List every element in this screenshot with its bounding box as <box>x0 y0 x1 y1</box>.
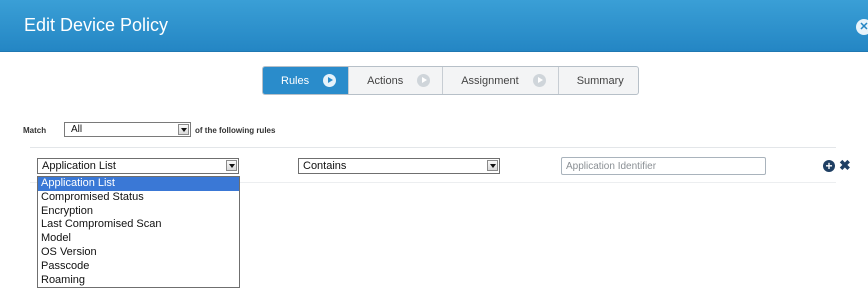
application-identifier-input[interactable] <box>561 157 766 175</box>
close-icon[interactable]: ✕ <box>856 19 868 35</box>
match-suffix-label: of the following rules <box>195 126 276 135</box>
chevron-down-icon[interactable] <box>226 160 237 171</box>
chevron-down-icon[interactable] <box>487 160 498 171</box>
rule-field-dropdown-list[interactable]: Application List Compromised Status Encr… <box>37 176 240 288</box>
match-label: Match <box>23 126 47 135</box>
rule-field-selected-value: Application List <box>42 160 116 172</box>
dialog-title: Edit Device Policy <box>24 15 169 35</box>
play-icon <box>532 74 546 87</box>
wizard-steps: Rules Actions Assignment Summary <box>262 66 639 95</box>
chevron-down-icon[interactable] <box>178 124 189 135</box>
rule-operator-select[interactable]: Contains <box>298 158 500 174</box>
dropdown-option-model[interactable]: Model <box>38 232 239 246</box>
add-rule-icon[interactable]: + <box>823 160 835 172</box>
step-label: Actions <box>367 74 404 87</box>
dropdown-option-last-compromised-scan[interactable]: Last Compromised Scan <box>38 218 239 232</box>
dropdown-option-application-list[interactable]: Application List <box>38 177 239 191</box>
dropdown-option-os-version[interactable]: OS Version <box>38 246 239 260</box>
rule-operator-selected-value: Contains <box>303 160 347 172</box>
dropdown-option-encryption[interactable]: Encryption <box>38 205 239 219</box>
step-label: Summary <box>576 74 624 87</box>
step-rules[interactable]: Rules <box>263 67 350 94</box>
dropdown-option-compromised-status[interactable]: Compromised Status <box>38 191 239 205</box>
step-label: Rules <box>281 74 310 87</box>
edit-device-policy-dialog: Edit Device Policy ✕ Rules Actions Assig… <box>0 0 868 291</box>
rule-field-select[interactable]: Application List <box>37 158 239 174</box>
match-select[interactable]: All <box>64 122 191 137</box>
step-label: Assignment <box>461 74 519 87</box>
play-icon <box>323 74 337 87</box>
step-summary[interactable]: Summary <box>559 67 638 94</box>
remove-rule-icon[interactable]: ✖ <box>839 157 851 173</box>
match-selected-value: All <box>71 124 83 135</box>
dialog-titlebar: Edit Device Policy ✕ <box>0 0 868 52</box>
dropdown-option-roaming[interactable]: Roaming <box>38 274 239 287</box>
step-assignment[interactable]: Assignment <box>443 67 559 94</box>
divider <box>30 147 836 148</box>
dropdown-option-passcode[interactable]: Passcode <box>38 260 239 274</box>
play-icon <box>417 74 431 87</box>
step-actions[interactable]: Actions <box>349 67 444 94</box>
